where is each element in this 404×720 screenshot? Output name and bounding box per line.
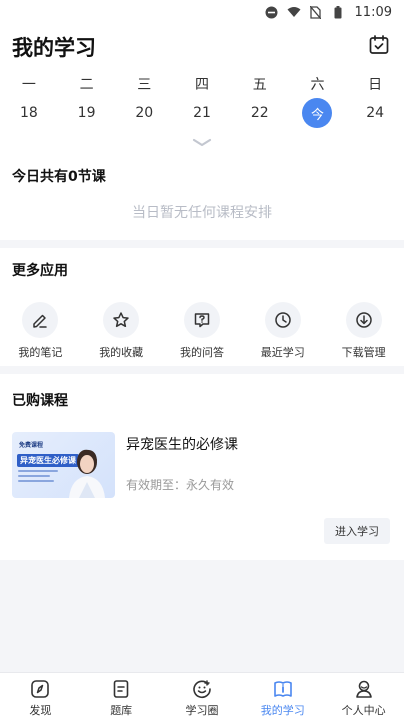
app-label: 我的笔记	[18, 346, 63, 359]
tab-label: 个人中心	[341, 704, 386, 717]
apps-row: 我的笔记 我的收藏 我的问答 最近学习 下载管理	[0, 302, 404, 360]
today-lesson-count: 今日共有0节课	[12, 169, 106, 185]
date-number: 21	[193, 105, 211, 121]
app-notes[interactable]: 我的笔记	[0, 302, 81, 360]
tab-label: 发现	[29, 704, 52, 717]
document-icon	[113, 680, 129, 698]
course-thumbnail[interactable]: 免费课程 异宠医生必修课	[12, 432, 115, 498]
date-number: 24	[366, 105, 385, 121]
weekday-row: 一 二 三 四 五 六 日	[0, 74, 404, 94]
app-label: 我的问答	[179, 346, 224, 359]
tab-my-study[interactable]: 我的学习	[242, 673, 323, 720]
no-sim-icon	[309, 5, 323, 19]
weekday-label: 五	[252, 77, 267, 93]
thumb-text-lines	[18, 470, 58, 485]
tab-label: 我的学习	[260, 704, 305, 717]
weekday-label: 六	[310, 77, 325, 93]
date-cell[interactable]: 20	[115, 98, 173, 128]
date-row: 18 19 20 21 22 今 24	[0, 98, 404, 128]
tab-label: 题库	[110, 704, 133, 717]
date-number: 18	[19, 105, 38, 121]
date-cell[interactable]: 21	[173, 98, 231, 128]
tab-label: 学习圈	[185, 704, 219, 717]
app-downloads[interactable]: 下载管理	[323, 302, 404, 360]
app-label: 下载管理	[341, 346, 386, 359]
tab-profile[interactable]: 个人中心	[323, 673, 404, 720]
weekday-label: 四	[195, 77, 210, 93]
date-number: 20	[135, 105, 154, 121]
calendar-check-icon[interactable]	[368, 34, 390, 56]
app-recent[interactable]: 最近学习	[242, 302, 323, 360]
date-cell[interactable]: 18	[0, 98, 58, 128]
book-icon	[273, 681, 292, 697]
today-marker: 今	[302, 98, 333, 128]
tab-study-circle[interactable]: 学习圈	[162, 673, 243, 720]
date-cell[interactable]: 24	[346, 98, 404, 128]
tab-discover[interactable]: 发现	[0, 673, 81, 720]
app-label: 我的收藏	[99, 346, 144, 359]
clock-time: 11:09	[354, 4, 392, 20]
purchased-courses-title: 已购课程	[12, 393, 68, 409]
weekday-label: 二	[79, 77, 94, 93]
schedule-card: 我的学习 一 二 三 四 五 六 日 18 19 20 21 22 今 24 今…	[0, 24, 404, 240]
person-icon	[355, 680, 372, 698]
chevron-down-icon[interactable]	[191, 134, 213, 147]
page-title: 我的学习	[12, 36, 96, 60]
date-cell[interactable]: 22	[231, 98, 289, 128]
battery-icon	[331, 5, 345, 19]
enter-study-button[interactable]: 进入学习	[324, 518, 390, 544]
wifi-icon	[287, 5, 301, 19]
bottom-tab-bar: 发现 题库 学习圈 我的学习 个人中心	[0, 672, 404, 720]
star-icon	[103, 302, 140, 338]
empty-schedule-text: 当日暂无任何课程安排	[132, 205, 272, 221]
course-title[interactable]: 异宠医生的必修课	[126, 434, 238, 454]
pen-icon	[22, 302, 59, 338]
instructor-photo-icon	[69, 449, 105, 498]
download-icon	[345, 302, 382, 338]
date-number: 22	[250, 105, 269, 121]
status-bar: 11:09	[0, 0, 404, 24]
tab-question-bank[interactable]: 题库	[81, 673, 162, 720]
app-qa[interactable]: 我的问答	[162, 302, 243, 360]
date-number: 19	[77, 105, 96, 121]
weekday-label: 三	[137, 77, 152, 93]
clock-icon	[264, 302, 301, 338]
more-apps-title: 更多应用	[12, 263, 68, 279]
compass-icon	[31, 680, 50, 698]
weekday-label: 日	[368, 77, 383, 93]
app-favorites[interactable]: 我的收藏	[81, 302, 162, 360]
smile-icon	[193, 680, 211, 699]
do-not-disturb-icon	[265, 5, 279, 19]
thumb-tag: 免费课程	[19, 442, 44, 449]
date-cell-today[interactable]: 今	[289, 98, 347, 128]
date-cell[interactable]: 19	[58, 98, 116, 128]
purchased-courses-card: 已购课程 免费课程 异宠医生必修课 异宠医生的必修课 有效期至：永久有效 进入学…	[0, 374, 404, 560]
app-label: 最近学习	[260, 346, 305, 359]
more-apps-card: 更多应用 我的笔记 我的收藏 我的问答 最近学习 下载管理	[0, 248, 404, 366]
course-validity: 有效期至：永久有效	[126, 478, 235, 492]
weekday-label: 一	[21, 77, 36, 93]
question-icon	[183, 302, 220, 338]
